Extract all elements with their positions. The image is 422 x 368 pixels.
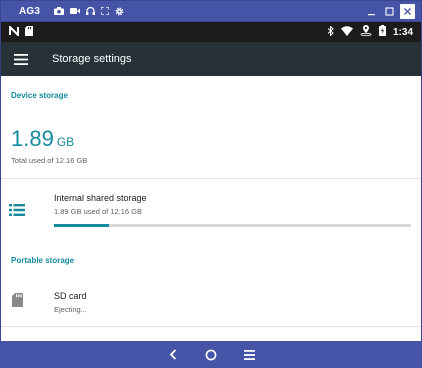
hamburger-menu-icon	[14, 53, 28, 65]
bluetooth-icon	[327, 23, 334, 41]
sd-card-row[interactable]: SD card Ejecting...	[1, 274, 421, 324]
storage-content: Device storage 1.89 GB Total used of 12.…	[1, 76, 421, 341]
divider	[1, 326, 421, 327]
back-button[interactable]	[163, 345, 183, 365]
sd-card-icon	[12, 293, 23, 312]
battery-icon	[378, 23, 386, 41]
recents-button[interactable]	[239, 345, 259, 365]
internal-storage-progress-fill	[54, 224, 110, 227]
total-used-label: Total used of 12.16 GB	[11, 156, 88, 165]
used-unit: GB	[56, 135, 75, 149]
n-notification-icon	[9, 23, 19, 41]
menu-button[interactable]	[11, 49, 31, 69]
internal-storage-row[interactable]: Internal shared storage 1.89 GB used of …	[1, 179, 421, 239]
home-button[interactable]	[201, 345, 221, 365]
recents-icon	[243, 349, 255, 360]
status-time: 1:34	[392, 26, 413, 38]
app-bar: Storage settings	[1, 42, 421, 76]
fullscreen-icon[interactable]	[101, 7, 110, 15]
emulator-toolbar	[54, 7, 124, 16]
emulator-title: AG3	[19, 5, 41, 17]
internal-storage-title: Internal shared storage	[54, 193, 147, 203]
sd-card-notification-icon	[25, 23, 33, 41]
navigation-bar	[0, 341, 422, 368]
window-controls	[364, 4, 415, 19]
device-storage-used: 1.89 GB	[11, 126, 74, 152]
minimize-button[interactable]	[364, 4, 379, 19]
sd-card-status: Ejecting...	[54, 305, 87, 314]
camera-icon[interactable]	[54, 7, 65, 15]
sd-card-title: SD card	[54, 291, 87, 301]
close-button[interactable]	[400, 4, 415, 19]
wifi-icon	[340, 23, 353, 41]
minimize-icon	[368, 14, 375, 16]
storage-list-icon	[9, 203, 25, 221]
status-bar: 1:34	[1, 22, 421, 42]
back-icon	[169, 349, 177, 360]
settings-icon[interactable]	[115, 7, 124, 16]
close-icon	[404, 8, 411, 15]
internal-storage-summary: 1.89 GB used of 12.16 GB	[54, 207, 142, 216]
headphones-icon[interactable]	[86, 7, 96, 15]
portable-storage-header: Portable storage	[11, 256, 75, 265]
home-icon	[205, 349, 217, 360]
maximize-icon	[385, 7, 394, 16]
emulator-title-bar: AG3	[0, 0, 422, 22]
used-value: 1.89	[11, 126, 54, 151]
maximize-button[interactable]	[382, 4, 397, 19]
internal-storage-progress	[54, 224, 411, 227]
device-storage-header: Device storage	[11, 91, 68, 100]
page-title: Storage settings	[52, 53, 132, 65]
location-icon	[360, 23, 372, 41]
video-icon[interactable]	[70, 7, 81, 15]
